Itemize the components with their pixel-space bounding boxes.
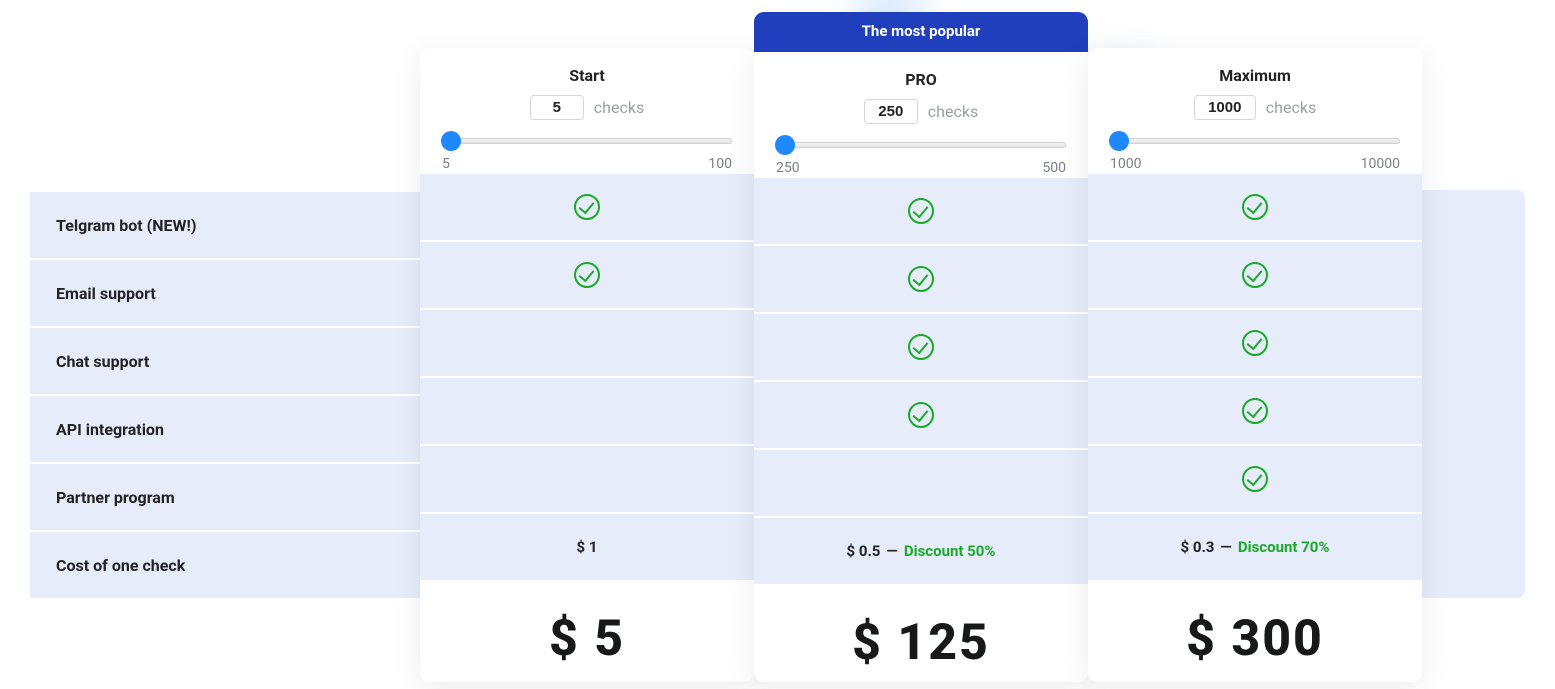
cell-pro-api <box>754 380 1088 448</box>
slider-min-start: 5 <box>442 156 450 172</box>
cell-pro-chat <box>754 312 1088 380</box>
slider-max-max: 10000 <box>1361 156 1400 172</box>
cell-max-partner <box>1088 444 1422 512</box>
cell-start-partner <box>420 444 754 512</box>
plan-card-pro: The most popular PRO checks 250 500 <box>754 48 1088 682</box>
slider-thumb-icon[interactable] <box>775 135 795 155</box>
check-icon <box>908 198 934 224</box>
check-icon <box>1242 262 1268 288</box>
cell-max-chat <box>1088 308 1422 376</box>
cell-start-chat <box>420 308 754 376</box>
cell-max-email <box>1088 240 1422 308</box>
slider-thumb-icon[interactable] <box>1109 131 1129 151</box>
checks-label: checks <box>928 102 978 121</box>
checks-input-max[interactable] <box>1194 95 1256 120</box>
plan-name-max: Maximum <box>1108 66 1402 85</box>
most-popular-badge: The most popular <box>754 12 1088 52</box>
feature-label-cost: Cost of one check <box>30 530 420 598</box>
price-max: $ 300 <box>1088 580 1422 678</box>
price-start: $ 5 <box>420 580 754 678</box>
cell-max-api <box>1088 376 1422 444</box>
feature-label-telegram: Telgram bot (NEW!) <box>30 190 420 258</box>
plan-card-start: Start checks 5 100 <box>420 48 754 682</box>
plan-name-start: Start <box>440 66 734 85</box>
checks-label: checks <box>1266 98 1316 117</box>
check-icon <box>1242 398 1268 424</box>
slider-start[interactable]: 5 100 <box>440 138 734 172</box>
cell-start-email <box>420 240 754 308</box>
checks-label: checks <box>594 98 644 117</box>
check-icon <box>574 262 600 288</box>
slider-max-pro: 500 <box>1042 160 1066 176</box>
cell-pro-telegram <box>754 176 1088 244</box>
check-icon <box>908 266 934 292</box>
slider-min-pro: 250 <box>776 160 800 176</box>
feature-labels-column: Telgram bot (NEW!) Email support Chat su… <box>30 12 420 682</box>
cell-max-cost: $ 0.3 — Discount 70% <box>1088 512 1422 580</box>
feature-label-chat: Chat support <box>30 326 420 394</box>
slider-max-start: 100 <box>708 156 732 172</box>
feature-label-email: Email support <box>30 258 420 326</box>
cell-pro-cost: $ 0.5 — Discount 50% <box>754 516 1088 584</box>
cell-start-api <box>420 376 754 444</box>
plan-card-max: Maximum checks 1000 10000 <box>1088 48 1422 682</box>
check-icon <box>1242 330 1268 356</box>
check-icon <box>908 334 934 360</box>
check-icon <box>1242 194 1268 220</box>
feature-label-api: API integration <box>30 394 420 462</box>
check-icon <box>1242 466 1268 492</box>
cell-start-telegram <box>420 172 754 240</box>
slider-max[interactable]: 1000 10000 <box>1108 138 1402 172</box>
cell-start-cost: $ 1 <box>420 512 754 580</box>
slider-min-max: 1000 <box>1110 156 1141 172</box>
checks-input-pro[interactable] <box>864 99 918 124</box>
cell-max-telegram <box>1088 172 1422 240</box>
slider-pro[interactable]: 250 500 <box>774 142 1068 176</box>
slider-thumb-icon[interactable] <box>441 131 461 151</box>
check-icon <box>574 194 600 220</box>
plan-name-pro: PRO <box>774 70 1068 89</box>
price-pro: $ 125 <box>754 584 1088 682</box>
check-icon <box>908 402 934 428</box>
cell-pro-email <box>754 244 1088 312</box>
discount-pro: Discount 50% <box>904 542 996 560</box>
checks-input-start[interactable] <box>530 95 584 120</box>
discount-max: Discount 70% <box>1238 538 1330 556</box>
cell-pro-partner <box>754 448 1088 516</box>
feature-label-partner: Partner program <box>30 462 420 530</box>
